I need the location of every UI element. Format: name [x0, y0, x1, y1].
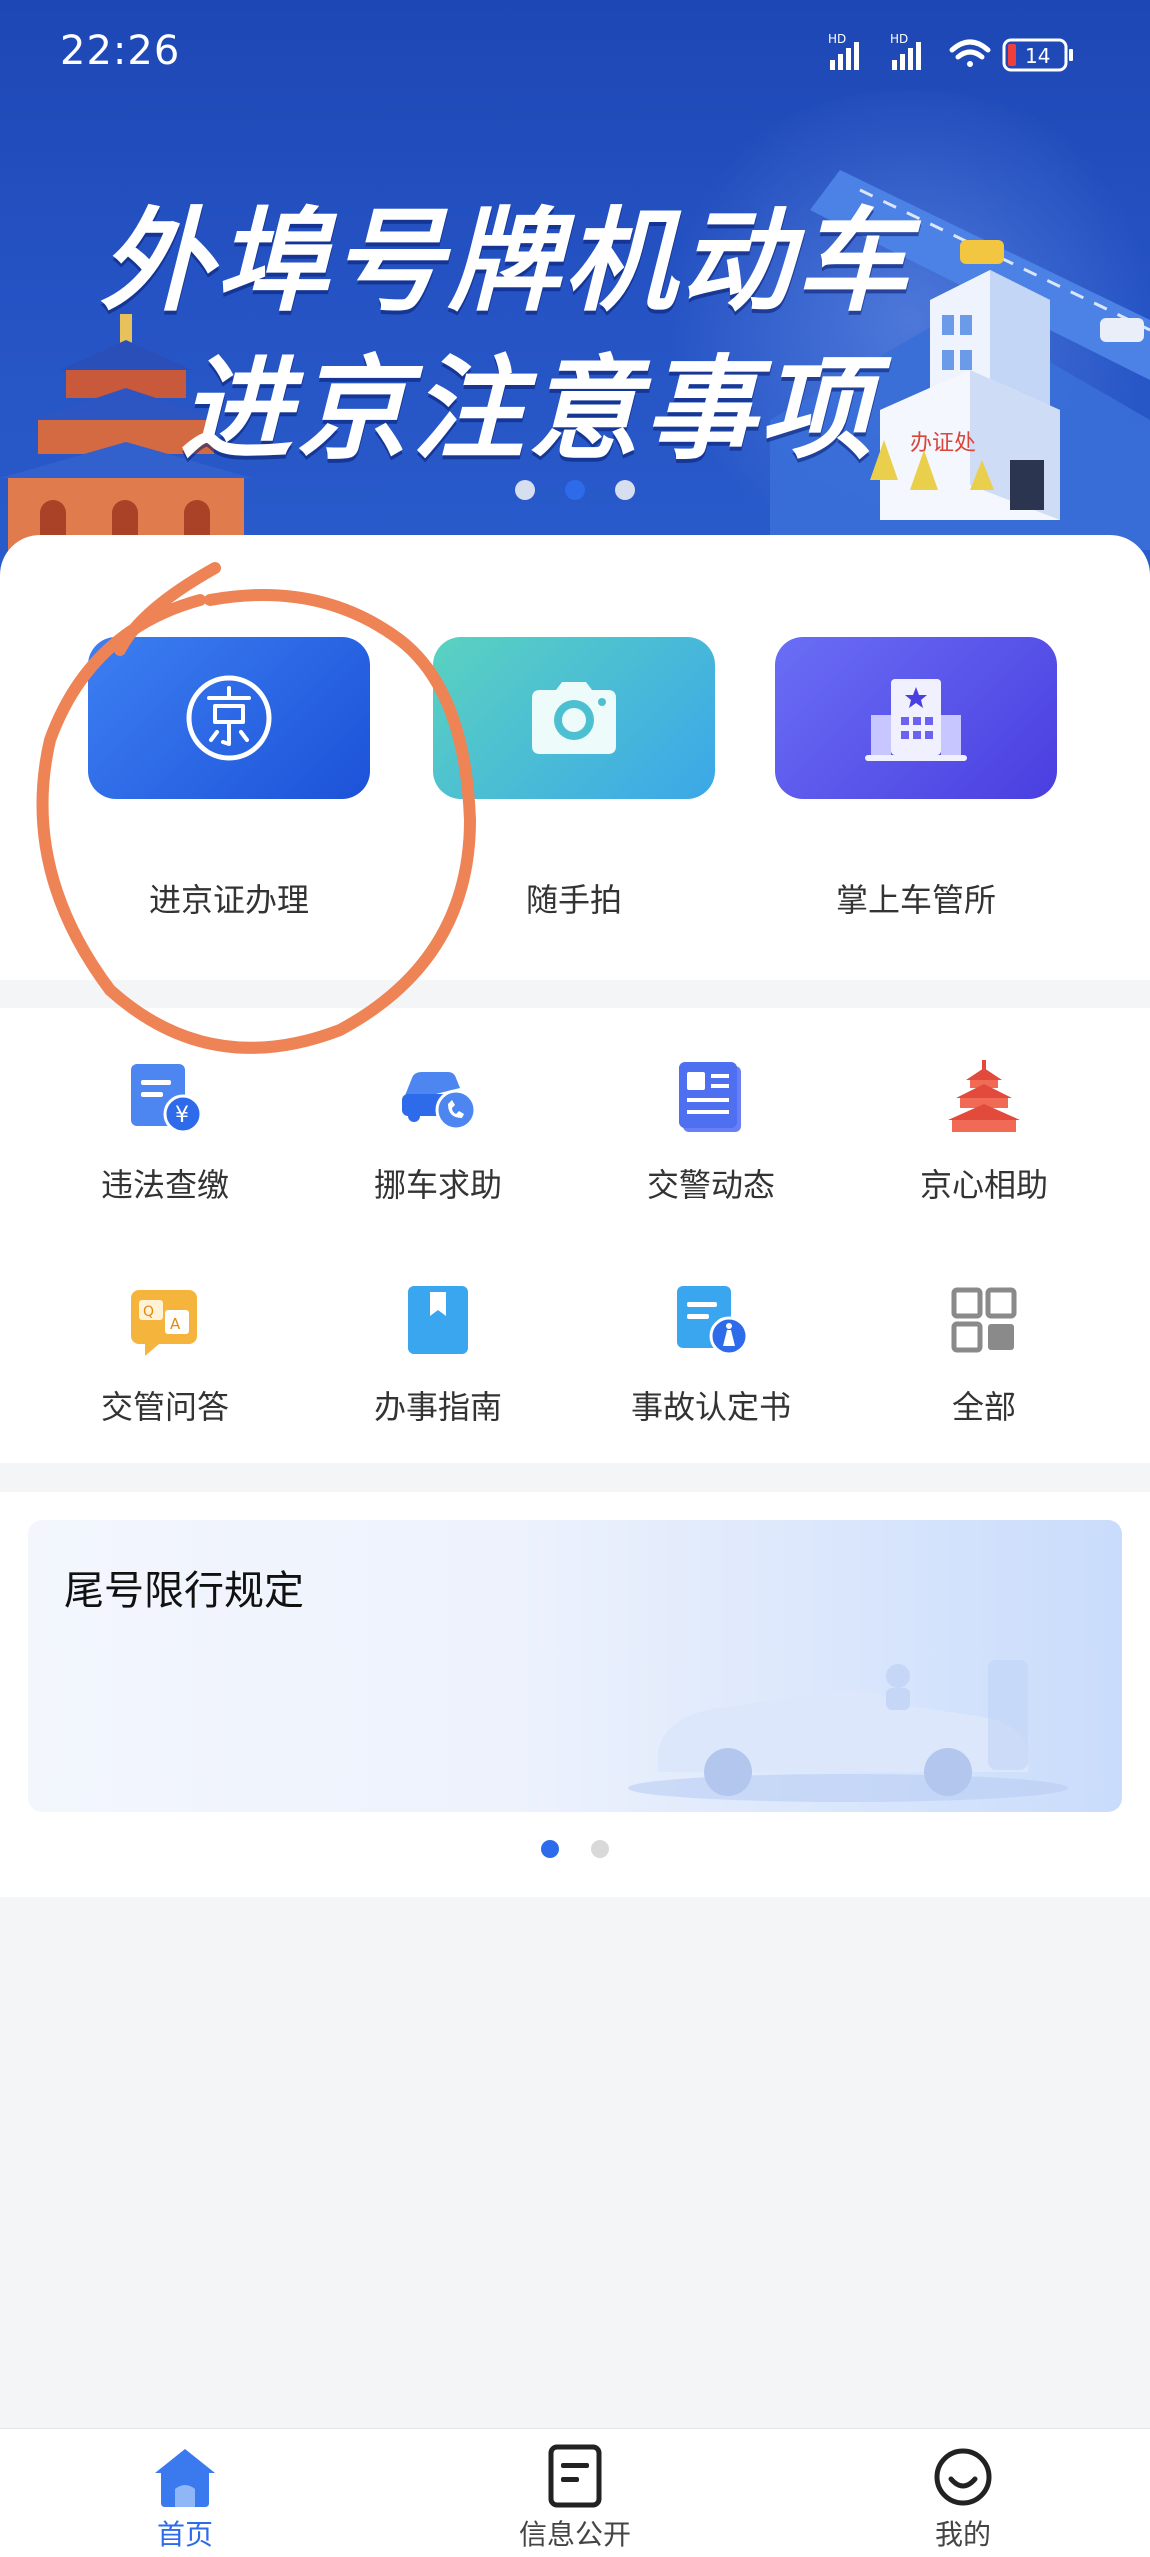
banner-title-line2: 进京注意事项	[180, 345, 876, 475]
building-star-icon	[865, 679, 967, 761]
grid-label: 交警动态	[646, 1166, 775, 1204]
grid-item-jingxin-help[interactable]: 京心相助	[854, 1058, 1114, 1206]
car-illustration	[628, 1660, 1068, 1802]
svg-text:A: A	[170, 1315, 181, 1333]
banner-dot[interactable]	[615, 480, 635, 500]
banner-dot[interactable]	[515, 480, 535, 500]
all-grid-icon	[951, 1287, 1017, 1353]
grid-item-accident-report[interactable]: 事故认定书	[581, 1280, 841, 1428]
grid-item-traffic-police-news[interactable]: 交警动态	[581, 1058, 841, 1206]
jinjing-permit-label: 进京证办理	[148, 881, 309, 919]
camera-icon	[532, 682, 616, 754]
document-icon	[548, 2444, 602, 2508]
banner-title-line1: 外埠号牌机动车	[100, 197, 912, 327]
grid-label: 事故认定书	[630, 1388, 791, 1426]
jinjing-permit-button[interactable]	[88, 637, 370, 799]
svg-text:¥: ¥	[175, 1103, 189, 1128]
smiley-icon	[934, 2448, 992, 2506]
promo-title: 尾号限行规定	[64, 1568, 304, 1614]
promo-dot[interactable]	[591, 1840, 609, 1858]
nav-mine[interactable]: 我的	[863, 2443, 1063, 2553]
mobile-vehicle-office-button[interactable]	[775, 637, 1057, 799]
status-time: 22:26	[60, 28, 181, 74]
banner-title: 外埠号牌机动车 进京注意事项	[100, 188, 912, 484]
snapshot-report-label: 随手拍	[525, 881, 622, 919]
snapshot-report-button[interactable]	[433, 637, 715, 799]
status-icons: HD HD 14	[828, 32, 1073, 72]
banner-dot-active[interactable]	[565, 480, 585, 500]
status-bar: 22:26 HD HD 14	[0, 0, 1150, 110]
nav-mine-label: 我的	[934, 2518, 991, 2551]
svg-text:HD: HD	[828, 32, 846, 46]
building-sign: 办证处	[910, 431, 976, 456]
grid-item-car-move-help[interactable]: 挪车求助	[308, 1058, 568, 1206]
nav-info-label: 信息公开	[518, 2518, 631, 2551]
svg-text:Q: Q	[143, 1304, 154, 1320]
grid-label: 违法查缴	[100, 1166, 229, 1204]
banner-pager	[0, 480, 1150, 504]
nav-info-disclosure[interactable]: 信息公开	[475, 2443, 675, 2553]
battery-icon: 14	[1002, 38, 1073, 72]
jing-emblem-icon	[186, 675, 272, 761]
grid-item-service-guide[interactable]: 办事指南	[308, 1280, 568, 1428]
mobile-vehicle-office-label: 掌上车管所	[835, 881, 996, 919]
temple-icon	[948, 1060, 1020, 1132]
grid-label: 办事指南	[373, 1388, 502, 1426]
home-icon	[155, 2449, 215, 2507]
bottom-nav: 首页 信息公开 我的	[0, 2428, 1150, 2557]
tail-number-rules-banner[interactable]: 尾号限行规定	[28, 1520, 1122, 1812]
grid-item-violation-payment[interactable]: ¥ 违法查缴	[35, 1058, 295, 1206]
promo-dot-active[interactable]	[541, 1840, 559, 1858]
battery-level: 14	[1025, 44, 1050, 68]
signal-icon: HD HD	[828, 32, 921, 70]
grid-label: 挪车求助	[373, 1166, 502, 1204]
grid-item-traffic-qa[interactable]: Q A 交管问答	[35, 1280, 295, 1428]
service-grid: ¥ 违法查缴 挪车求助 交警动态 京心相助 Q A 交管问答 办事指南 事故认定…	[0, 1008, 1150, 1463]
restriction-card: 尾号限行规定	[0, 1492, 1150, 1897]
nav-home-label: 首页	[156, 2518, 213, 2551]
grid-item-all[interactable]: 全部	[854, 1280, 1114, 1428]
fine-payment-icon: ¥	[131, 1064, 203, 1134]
accident-report-icon	[677, 1286, 749, 1356]
grid-label: 交管问答	[100, 1388, 229, 1426]
wifi-icon	[949, 39, 991, 67]
qa-icon: Q A	[131, 1290, 197, 1356]
car-phone-icon	[402, 1072, 477, 1131]
svg-text:HD: HD	[890, 32, 908, 46]
grid-label: 京心相助	[919, 1166, 1048, 1204]
hero-banner[interactable]: 办证处 22:26 HD HD 14 外埠号牌机动车 进京注意事项	[0, 0, 1150, 600]
guide-bookmark-icon	[408, 1286, 468, 1354]
promo-pager	[0, 1840, 1150, 1862]
grid-label: 全部	[951, 1388, 1016, 1426]
nav-home[interactable]: 首页	[85, 2443, 285, 2553]
news-icon	[679, 1062, 741, 1132]
primary-services-card: 进京证办理 随手拍 掌上车管所	[0, 535, 1150, 980]
